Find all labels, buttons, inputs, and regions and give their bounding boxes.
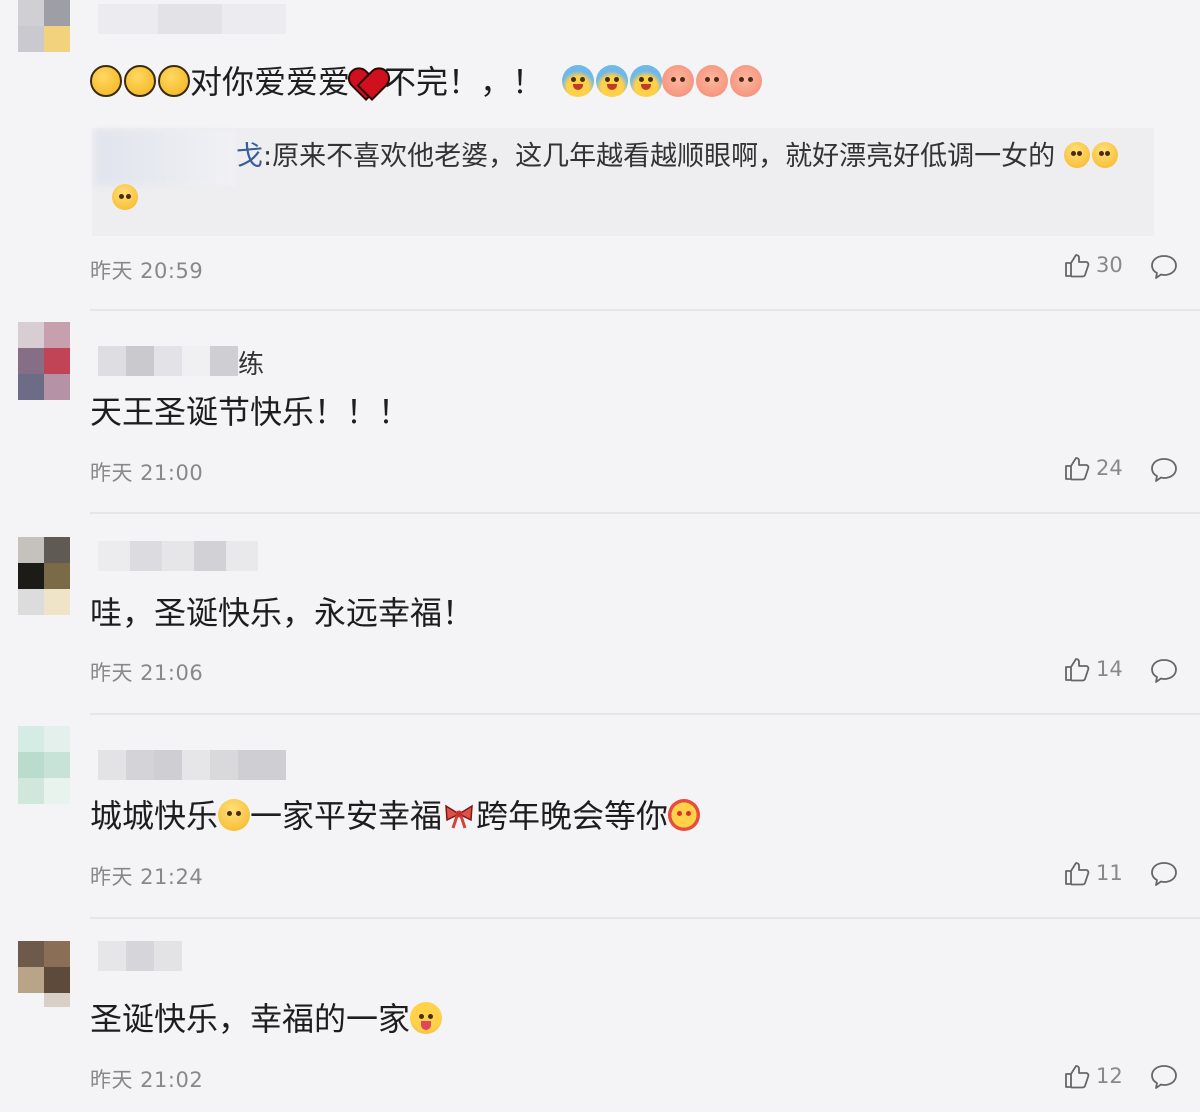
username-blurred[interactable] <box>98 750 286 780</box>
comment-text: 哇，圣诞快乐，永远幸福！ <box>90 594 475 632</box>
scream-emoji <box>562 65 663 97</box>
thumbs-up-icon <box>1065 457 1090 481</box>
speech-bubble-icon <box>1151 255 1177 279</box>
like-count: 30 <box>1096 253 1123 277</box>
tongue-out-emoji <box>410 1002 443 1034</box>
avatar[interactable] <box>18 0 72 76</box>
reply-button[interactable] <box>1150 658 1178 688</box>
username-blurred[interactable] <box>98 541 258 571</box>
divider <box>90 309 1200 311</box>
speech-bubble-icon <box>1151 659 1177 683</box>
thumbs-up-icon <box>1065 658 1090 682</box>
timestamp: 昨天 21:24 <box>90 865 204 889</box>
divider <box>90 512 1200 514</box>
timestamp: 昨天 21:02 <box>90 1068 204 1092</box>
pig-face-emoji <box>662 65 763 97</box>
quoted-reply-text: 戈:原来不喜欢他老婆，这几年越看越顺眼啊，就好漂亮好低调一女的 <box>236 138 1118 176</box>
timestamp: 昨天 21:00 <box>90 461 204 485</box>
comment-text: 对你爱爱爱 不完！，！ <box>90 62 763 102</box>
comment-text-part: 一家平安幸福 <box>250 797 443 835</box>
avatar[interactable] <box>18 537 72 615</box>
gasp-emoji <box>112 184 138 214</box>
reply-button[interactable] <box>1150 861 1178 891</box>
timestamp: 昨天 21:06 <box>90 661 204 685</box>
like-count: 14 <box>1096 657 1123 681</box>
like-button[interactable]: 14 <box>1064 656 1123 682</box>
comment-text-part: 不完！，！ <box>384 63 545 101</box>
comment-text-part: 对你爱爱爱 <box>190 63 351 101</box>
reply-button[interactable] <box>1150 457 1178 487</box>
speech-bubble-icon <box>1151 458 1177 482</box>
gasp-emoji <box>1063 141 1118 168</box>
comment-text: 圣诞快乐，幸福的一家 <box>90 999 443 1039</box>
timestamp: 昨天 20:59 <box>90 259 204 283</box>
quoted-text: :原来不喜欢他老婆，这几年越看越顺眼啊，就好漂亮好低调一女的 <box>263 141 1056 172</box>
comment-text-part: 跨年晚会等你 <box>476 797 669 835</box>
quoted-username-blurred <box>96 130 236 186</box>
divider <box>90 917 1200 919</box>
like-count: 11 <box>1096 861 1123 885</box>
like-count: 12 <box>1096 1064 1123 1088</box>
username-blurred[interactable] <box>98 941 182 971</box>
red-bow-emoji <box>445 804 473 829</box>
thumbs-up-icon <box>1065 1065 1090 1089</box>
heart-eyes-emoji <box>668 799 701 831</box>
like-count: 24 <box>1096 456 1123 480</box>
avatar[interactable] <box>18 941 72 1017</box>
speech-bubble-icon <box>1151 1065 1177 1089</box>
avatar[interactable] <box>18 322 72 400</box>
username-visible[interactable]: 练 <box>238 344 264 381</box>
like-button[interactable]: 12 <box>1064 1063 1123 1089</box>
comment-text: 城城快乐 一家平安幸福 跨年晚会等你 <box>90 796 701 836</box>
like-button[interactable]: 24 <box>1064 455 1123 481</box>
blush-emoji <box>218 799 251 831</box>
username-blurred[interactable] <box>98 346 238 376</box>
like-button[interactable]: 11 <box>1064 860 1123 886</box>
like-button[interactable]: 30 <box>1064 252 1123 278</box>
comment-text-part: 城城快乐 <box>90 797 219 835</box>
quoted-username[interactable]: 戈 <box>236 141 263 172</box>
clapping-hands-emoji <box>90 65 190 97</box>
avatar[interactable] <box>18 726 72 804</box>
reply-button[interactable] <box>1150 254 1178 284</box>
speech-bubble-icon <box>1151 862 1177 886</box>
thumbs-up-icon <box>1065 254 1090 278</box>
divider <box>90 713 1200 715</box>
username-blurred[interactable] <box>98 4 286 34</box>
reply-button[interactable] <box>1150 1064 1178 1094</box>
red-heart-emoji <box>350 67 384 97</box>
comment-text-part: 圣诞快乐，幸福的一家 <box>90 1000 411 1038</box>
comment-text: 天王圣诞节快乐！！！ <box>90 393 411 431</box>
thumbs-up-icon <box>1065 862 1090 886</box>
